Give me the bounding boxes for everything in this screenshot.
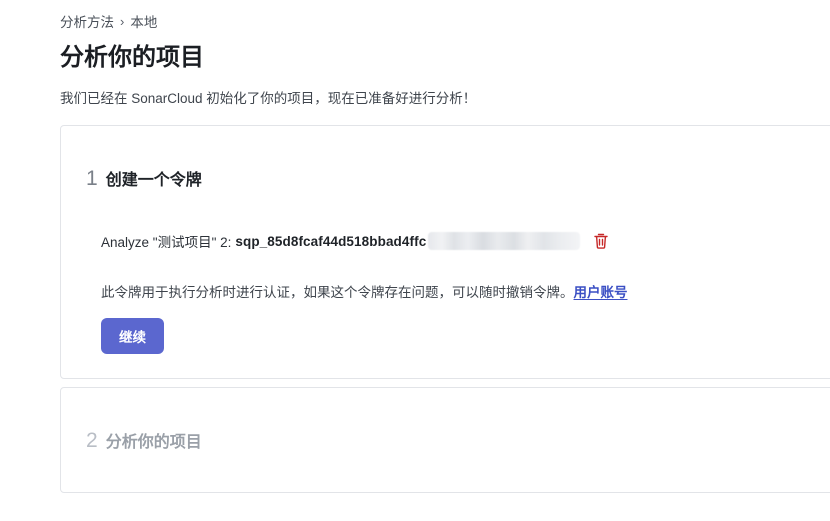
step-title: 分析你的项目: [105, 434, 202, 451]
breadcrumb: 分析方法 › 本地: [60, 11, 158, 31]
page-subtitle: 我们已经在 SonarCloud 初始化了你的项目，现在已准备好进行分析！: [60, 91, 477, 106]
delete-token-button[interactable]: [592, 232, 610, 250]
step-number: 1: [86, 167, 98, 190]
step-heading: 1 创建一个令牌: [86, 166, 202, 191]
continue-button[interactable]: 继续: [101, 318, 164, 354]
token-value: sqp_85d8fcaf44d518bbad4ffc: [235, 233, 427, 249]
step-number: 2: [86, 429, 98, 452]
step-card-create-token: 1 创建一个令牌 Analyze "测试项目" 2: sqp_85d8fcaf4…: [60, 125, 830, 379]
step-title: 创建一个令牌: [105, 172, 202, 189]
token-info-text: 此令牌用于执行分析时进行认证，如果这个令牌存在问题，可以随时撤销令牌。用户账号: [101, 284, 628, 302]
user-account-link[interactable]: 用户账号: [574, 285, 628, 300]
step-heading: 2 分析你的项目: [86, 428, 202, 453]
breadcrumb-item-analysis-method[interactable]: 分析方法: [60, 11, 114, 31]
token-redacted-part: [428, 232, 581, 250]
page-title: 分析你的项目: [60, 44, 204, 71]
token-label: Analyze "测试项目" 2:: [101, 235, 232, 250]
step-card-analyze-project: 2 分析你的项目: [60, 387, 830, 493]
trash-icon: [594, 233, 609, 249]
token-info-message: 此令牌用于执行分析时进行认证，如果这个令牌存在问题，可以随时撤销令牌。: [101, 285, 574, 300]
token-row: Analyze "测试项目" 2: sqp_85d8fcaf44d518bbad…: [101, 230, 610, 252]
breadcrumb-item-local: 本地: [130, 15, 158, 30]
breadcrumb-separator: ›: [120, 13, 125, 29]
